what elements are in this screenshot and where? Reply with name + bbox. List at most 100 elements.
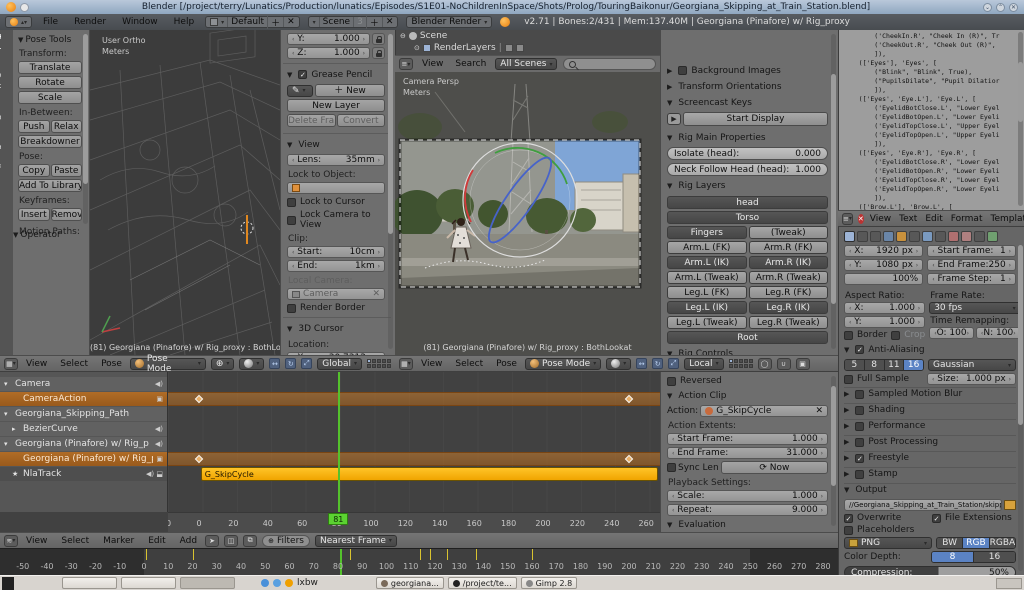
rig-main-properties-header[interactable]: ▼Rig Main Properties [667, 131, 828, 145]
rig-layer-button[interactable]: Arm.R (FK) [749, 241, 829, 254]
add-scene-button[interactable]: ＋ [366, 16, 379, 29]
tool-shelf-scrollbar[interactable] [83, 34, 88, 224]
editor-type-icon[interactable]: ▦▾ [4, 358, 18, 370]
rig-layer-button[interactable]: Leg.L (IK) [667, 301, 747, 314]
rig-layer-button[interactable]: Arm.R (Tweak) [749, 271, 829, 284]
push-button[interactable]: Push [18, 120, 50, 133]
action-field[interactable]: G_SkipCycle✕ [700, 405, 828, 417]
evaluation-header[interactable]: ▼Evaluation [667, 518, 828, 532]
cursor-panel-header[interactable]: ▼3D Cursor [287, 322, 385, 336]
orientation-selector[interactable]: Local▾ [684, 358, 723, 370]
layers-grid[interactable] [729, 359, 753, 368]
reversed-checkbox[interactable] [667, 377, 676, 386]
file-extensions-checkbox[interactable]: ✓ [932, 514, 941, 523]
background-images-header[interactable]: ▶Background Images [667, 64, 828, 78]
nla-channel[interactable]: ▾Camera◀) [0, 377, 167, 391]
rig-layer-button[interactable]: Arm.R (IK) [749, 256, 829, 269]
aa-sample-option[interactable]: 8 [865, 360, 885, 370]
grease-pencil-panel-header[interactable]: ▼✓Grease Pencil [287, 68, 385, 82]
output-header[interactable]: ▼Output [844, 483, 1016, 497]
nla-strip-area[interactable]: G_SkipCycle [168, 372, 660, 512]
aa-filter-dropdown[interactable]: Gaussian▾ [928, 359, 1016, 371]
collapsed-panel-header[interactable]: ▶Post Processing [844, 435, 1016, 449]
editor-type-icon[interactable]: ≋▾ [4, 535, 18, 547]
rig-layer-button[interactable]: Arm.L (FK) [667, 241, 747, 254]
menu-item[interactable]: Render [71, 17, 109, 27]
nla-channel[interactable]: ▾Georgiana_Skipping_Path [0, 407, 167, 421]
repeat-field[interactable]: ‹ Repeat:9.000 › [667, 504, 828, 516]
collapsed-panel-header[interactable]: ▶✓Freestyle [844, 451, 1016, 465]
manipulator-rotate-icon[interactable]: ↻ [285, 358, 296, 369]
shading-selector[interactable]: ▾ [606, 358, 631, 370]
viewport-menu-item[interactable]: Select [452, 359, 486, 369]
mirror-icon[interactable]: ⧉ [243, 535, 257, 547]
render-engine-selector[interactable]: Blender Render▾ [406, 16, 492, 28]
remap-new-field[interactable]: ‹N: 100› [976, 327, 1021, 339]
convert-button[interactable]: Convert [337, 114, 386, 127]
insert-keyframe-button[interactable]: Insert [18, 208, 50, 221]
tab-particles-icon[interactable] [974, 231, 985, 242]
collapsed-panel-header[interactable]: ▶Shading [844, 403, 1016, 417]
menu-item[interactable]: Window [119, 17, 161, 27]
rig-layer-button[interactable]: Leg.L (FK) [667, 286, 747, 299]
proportional-edit-icon[interactable]: ◯ [758, 358, 772, 370]
sync-length-checkbox[interactable] [667, 463, 676, 472]
taskbar-window-button[interactable] [180, 577, 235, 589]
outliner-search-input[interactable] [563, 58, 656, 70]
render-border-checkbox[interactable] [287, 304, 296, 313]
viewport-3d-camera[interactable]: Camera Persp Meters (81) Georgiana (Pina… [395, 72, 660, 355]
nla-channel[interactable]: ▸BezierCurve◀) [0, 422, 167, 436]
nla-menu-item[interactable]: Select [58, 536, 92, 546]
anti-aliasing-header[interactable]: ▼✓Anti-Aliasing [844, 343, 1016, 357]
rig-layer-button[interactable]: Leg.R (FK) [749, 286, 829, 299]
manipulator-scale-icon[interactable]: ⤢ [668, 358, 679, 369]
menu-corner[interactable] [2, 577, 14, 590]
collapsed-panel-header[interactable]: ▶Stamp [844, 467, 1016, 481]
lens-field[interactable]: ‹ Lens:35mm › [287, 154, 385, 166]
operator-panel-header[interactable]: ▼Operator [13, 230, 90, 240]
depth-option[interactable]: 8 [932, 552, 974, 562]
viewport-menu-item[interactable]: Pose [493, 359, 520, 369]
lock-icon[interactable] [372, 33, 385, 45]
relax-button[interactable]: Relax [51, 120, 83, 133]
breakdowner-button[interactable]: Breakdowner [18, 135, 82, 148]
overwrite-checkbox[interactable]: ✓ [844, 514, 853, 523]
taskbar-window-button[interactable]: Gimp 2.8 [521, 577, 578, 589]
menu-item[interactable]: File [40, 17, 61, 27]
viewport-menu-item[interactable]: Pose [98, 359, 125, 369]
translate-button[interactable]: Translate [18, 61, 82, 74]
app-dot-icon[interactable] [273, 579, 281, 587]
resolution-x-field[interactable]: ‹ X:1920 px › [844, 245, 923, 257]
nla-channel[interactable]: CameraAction▣ [0, 392, 167, 406]
lock-icon[interactable] [372, 47, 385, 59]
depth-option[interactable]: 16 [974, 552, 1015, 562]
resolution-pct-slider[interactable]: 100% [844, 273, 923, 285]
shading-selector[interactable]: ▾ [239, 358, 264, 370]
mode-selector[interactable]: Pose Mode▾ [525, 358, 601, 370]
current-frame-badge[interactable]: 81 [328, 513, 348, 525]
sync-now-button[interactable]: ⟳ Now [721, 461, 828, 474]
tab-constraints-icon[interactable] [909, 231, 920, 242]
nla-strip[interactable]: G_SkipCycle [201, 467, 658, 481]
nla-channel[interactable]: ▾Georgiana (Pinafore) w/ Rig_p◀) [0, 437, 167, 451]
editor-type-icon[interactable]: ▦▾ [399, 358, 413, 370]
lock-to-cursor-checkbox[interactable] [287, 198, 296, 207]
border-checkbox[interactable] [844, 331, 853, 340]
layers-grid[interactable] [367, 359, 391, 368]
menu-item[interactable]: Help [171, 17, 198, 27]
pivot-selector[interactable]: ⊕▾ [211, 358, 235, 370]
rig-layers-header[interactable]: ▼Rig Layers [667, 179, 828, 193]
lock-camera-checkbox[interactable] [287, 216, 296, 225]
pencil-mode-dropdown[interactable]: ✎▾ [287, 85, 313, 97]
rig-layer-button[interactable]: (Tweak) [749, 226, 829, 239]
tab-texture-icon[interactable] [961, 231, 972, 242]
unlink-text-icon[interactable]: ✕ [858, 214, 864, 224]
full-sample-checkbox[interactable] [844, 375, 853, 384]
add-layout-button[interactable]: ＋ [267, 16, 280, 29]
play-icon[interactable]: ▶ [667, 113, 681, 125]
collapsed-panel-header[interactable]: ▶Sampled Motion Blur [844, 387, 1016, 401]
maximize-button[interactable]: ⌃ [996, 3, 1005, 12]
manipulator-translate-icon[interactable]: ↔ [636, 358, 647, 369]
taskbar-window-button[interactable]: /project/te... [448, 577, 517, 589]
cursor-tool-icon[interactable]: ➤ [205, 535, 219, 547]
